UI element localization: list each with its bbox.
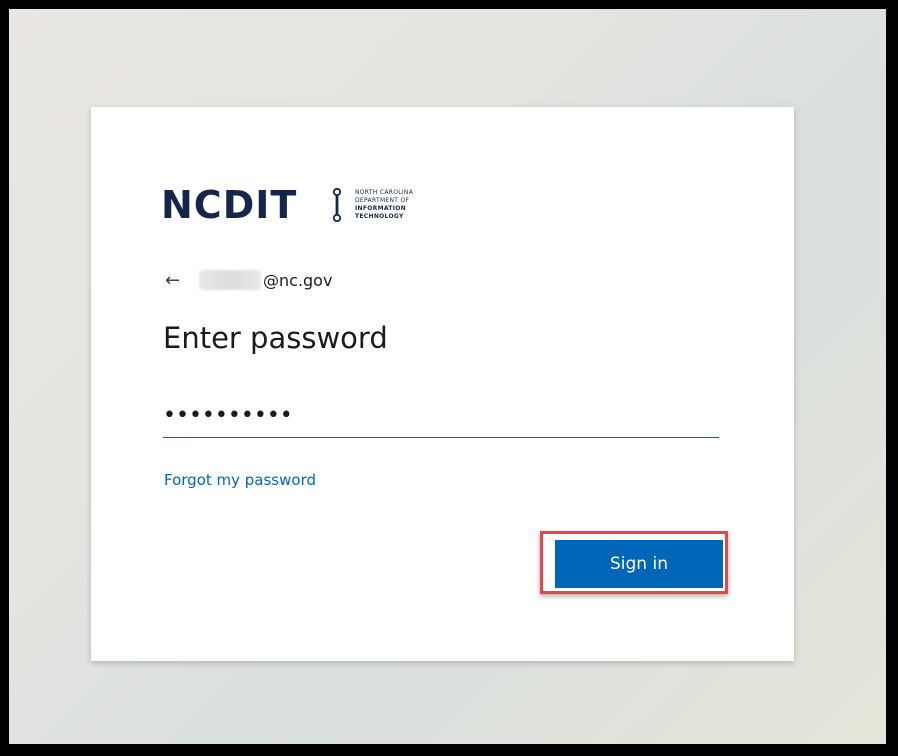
forgot-password-link[interactable]: Forgot my password (164, 471, 316, 489)
logo-divider-icon (332, 188, 342, 222)
identity-domain: @nc.gov (263, 270, 333, 290)
arrow-left-icon[interactable]: ← (165, 270, 191, 291)
ncdit-logo: NCDIT NORTH CAROLINA DEPARTMENT OF INFOR… (161, 184, 441, 226)
logo-subtitle-line: TECHNOLOGY (355, 213, 404, 220)
logo-subtitle-line: INFORMATION (355, 205, 406, 212)
password-input[interactable] (163, 393, 719, 438)
redacted-username (199, 270, 261, 290)
page-title: Enter password (163, 321, 388, 355)
logo-wordmark: NCDIT (161, 183, 298, 227)
sign-in-button[interactable]: Sign in (555, 540, 723, 588)
identity-row: ← @nc.gov (165, 267, 332, 293)
background-frame: NCDIT NORTH CAROLINA DEPARTMENT OF INFOR… (9, 9, 886, 744)
logo-subtitle-line: DEPARTMENT OF (355, 197, 410, 204)
logo-subtitle-line: NORTH CAROLINA (355, 189, 414, 196)
logo-subtitle: NORTH CAROLINA DEPARTMENT OF INFORMATION… (355, 189, 445, 221)
sign-in-card: NCDIT NORTH CAROLINA DEPARTMENT OF INFOR… (91, 107, 794, 661)
